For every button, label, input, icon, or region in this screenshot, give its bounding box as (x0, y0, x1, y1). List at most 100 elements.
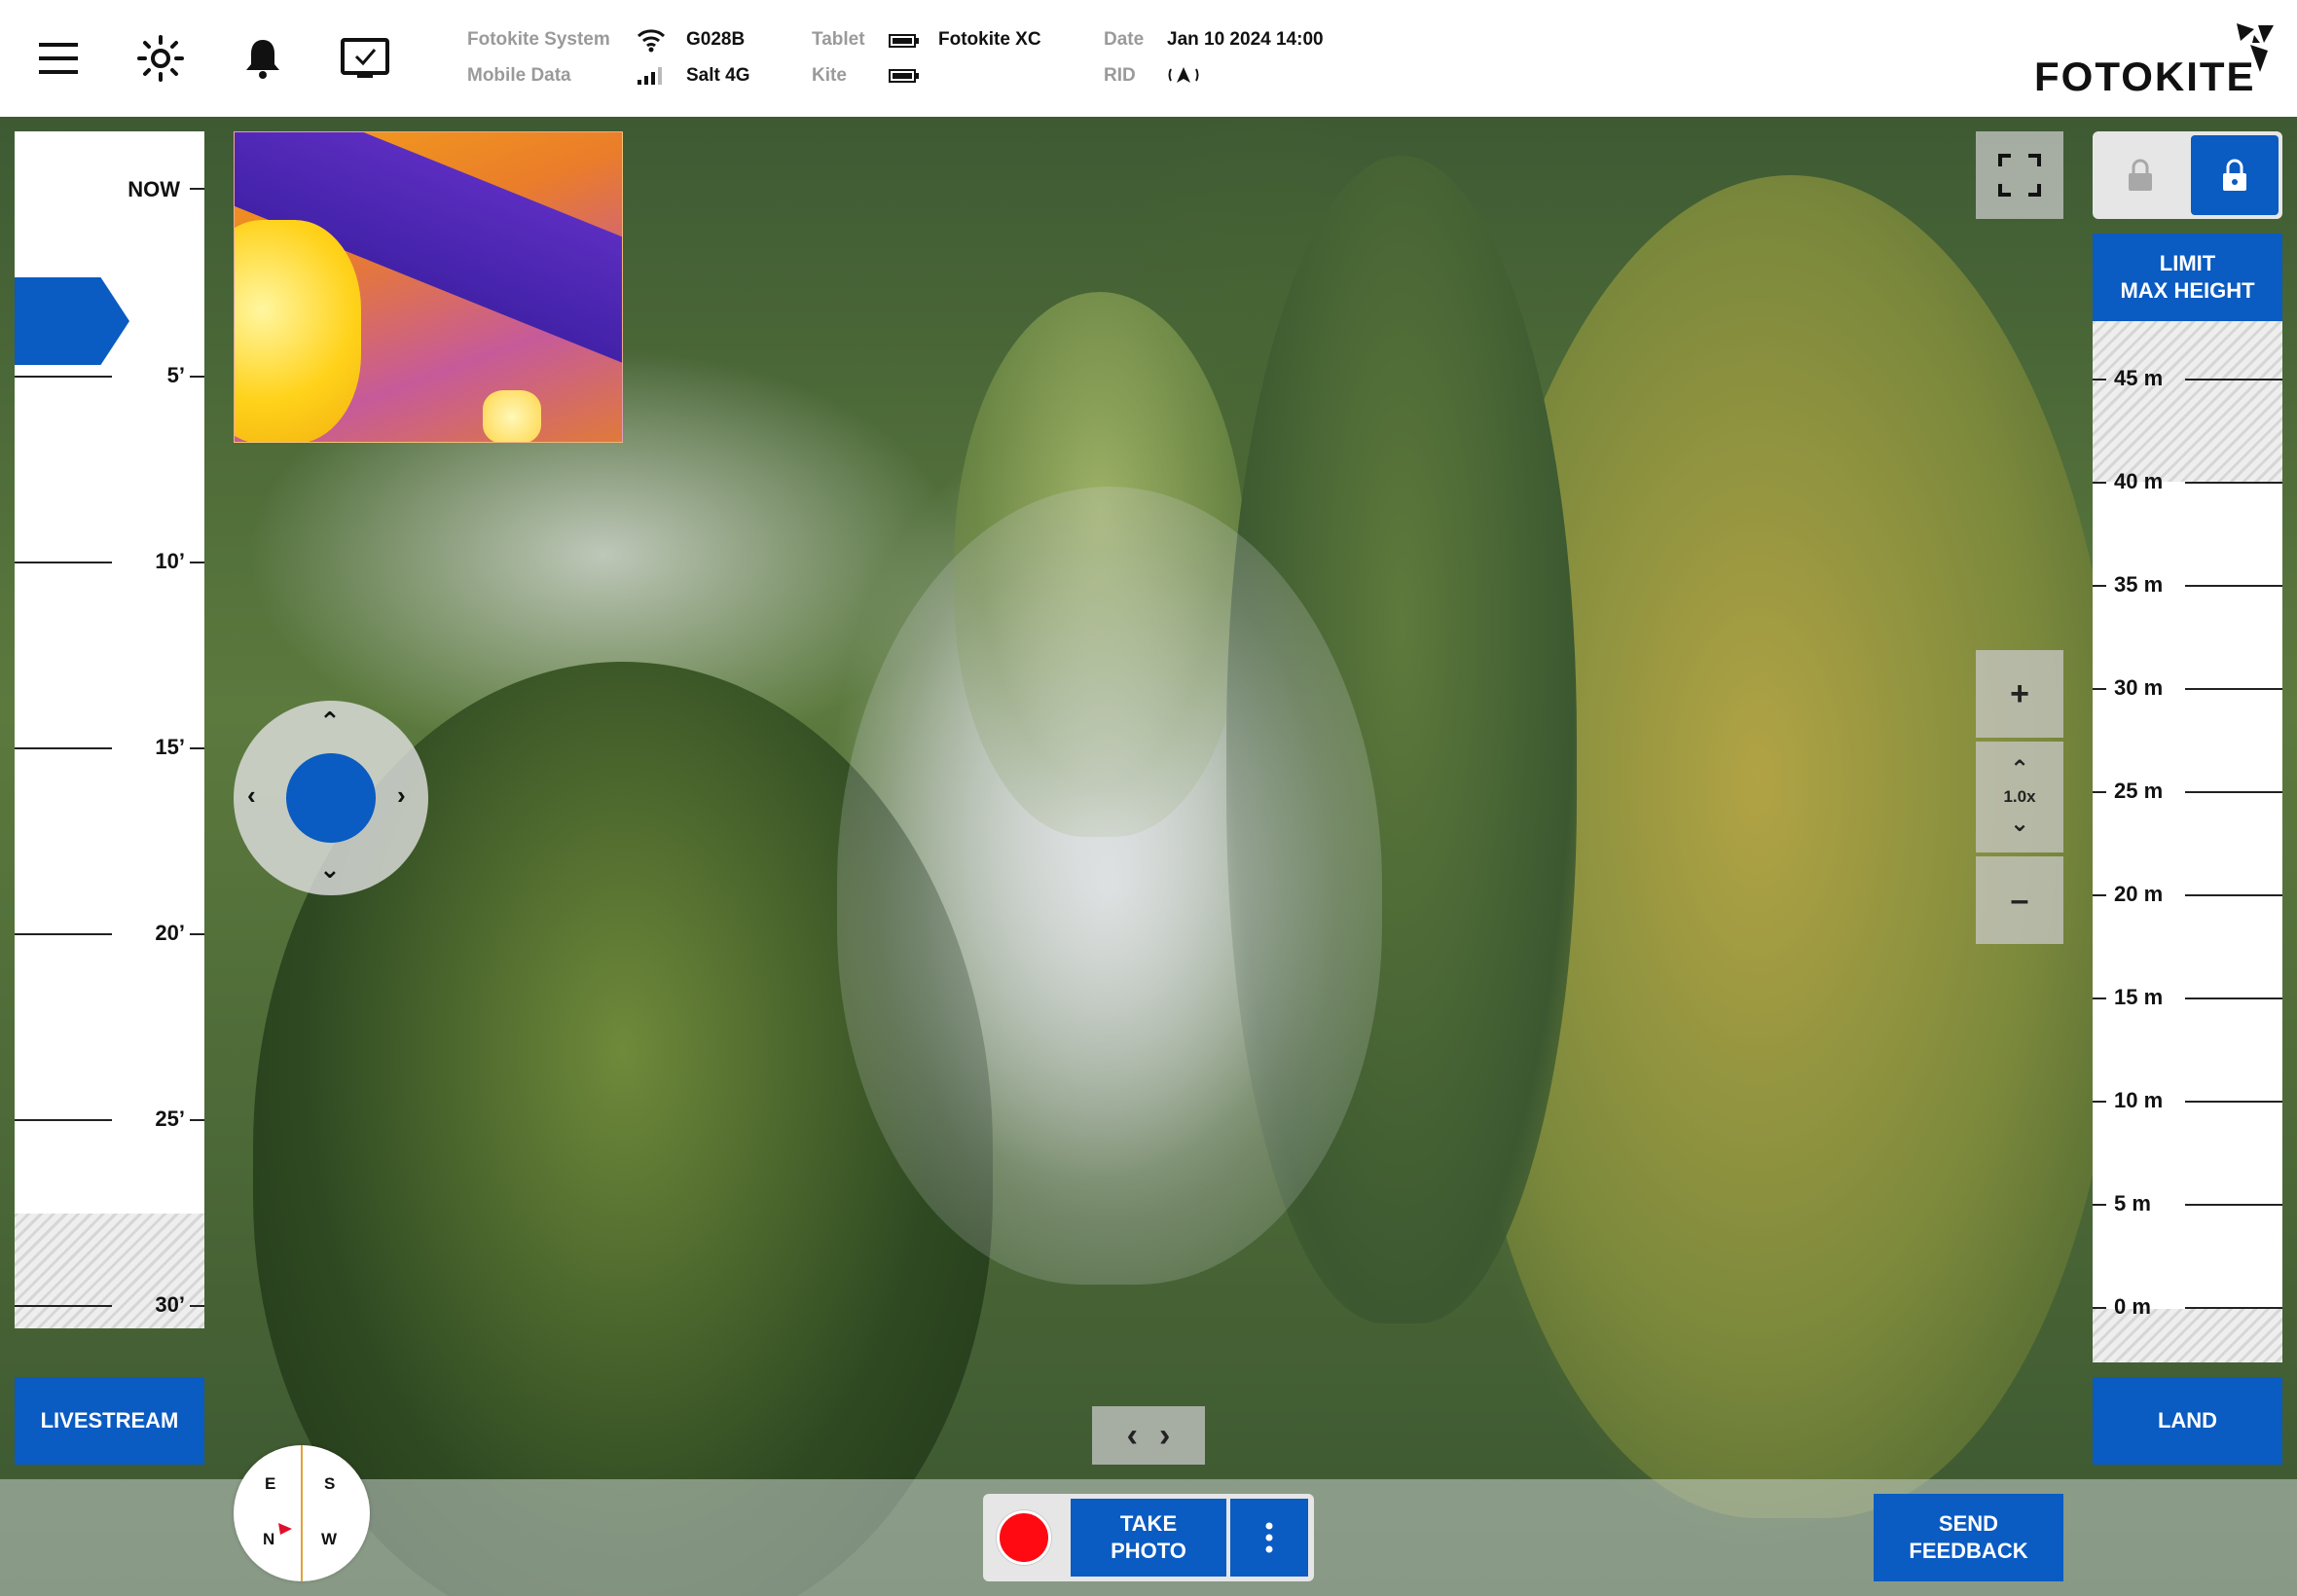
lock-option-selected[interactable] (2191, 135, 2279, 215)
ruler-line (2185, 791, 2282, 793)
tablet-value: Fotokite XC (938, 29, 1041, 50)
ruler-tick (190, 376, 204, 378)
ruler-tick (190, 747, 204, 749)
chevron-left-icon[interactable]: ‹ (1127, 1417, 1138, 1455)
ruler-line (2185, 585, 2282, 587)
menu-icon[interactable] (29, 29, 88, 88)
ruler-tick (190, 1305, 204, 1307)
capture-controls: TAKE PHOTO (983, 1494, 1314, 1581)
take-photo-button[interactable]: TAKE PHOTO (1071, 1499, 1226, 1577)
rid-label: RID (1104, 65, 1136, 86)
ruler-tick (190, 562, 204, 563)
livestream-button[interactable]: LIVESTREAM (15, 1377, 204, 1465)
ruler-line (2185, 1204, 2282, 1206)
ruler-label: 25’ (155, 1106, 185, 1131)
right-altitude-ruler[interactable]: 45 m 40 m 35 m 30 m 25 m 20 m 15 m 10 m … (2093, 321, 2282, 1362)
mobile-data-value: Salt 4G (686, 65, 750, 86)
more-vertical-icon (1265, 1522, 1273, 1553)
camera-switch-control[interactable]: ‹ › (1092, 1406, 1205, 1465)
compass-heading-line (301, 1445, 303, 1581)
top-bar: Fotokite System Mobile Data G028B Salt 4… (0, 0, 2297, 117)
fullscreen-button[interactable] (1976, 131, 2063, 219)
ruler-line (2185, 379, 2282, 381)
ruler-tick (190, 188, 204, 190)
ruler-label: 35 m (2114, 572, 2164, 597)
chevron-down-icon: ⌄ (319, 854, 341, 884)
ruler-tick (2093, 998, 2106, 999)
now-position-marker[interactable] (15, 277, 129, 365)
chevron-up-icon: ⌃ (319, 707, 341, 736)
more-options-button[interactable] (1230, 1499, 1308, 1577)
ruler-tick (2093, 688, 2106, 690)
compass-north: N (263, 1530, 275, 1548)
ruler-tick (2093, 585, 2106, 587)
ruler-line (2185, 482, 2282, 484)
joystick-knob[interactable] (286, 753, 376, 843)
mobile-data-label: Mobile Data (467, 65, 571, 86)
ruler-label: 5’ (166, 363, 185, 387)
date-value: Jan 10 2024 14:00 (1167, 29, 1324, 50)
system-label: Fotokite System (467, 29, 610, 50)
remote-id-icon (1168, 67, 1199, 83)
ruler-label-now: NOW (128, 177, 180, 201)
ruler-label: 5 m (2114, 1191, 2151, 1215)
smoke-cloud (837, 487, 1382, 1285)
thermal-camera-inset[interactable] (234, 131, 623, 443)
ruler-hatched-zone (2093, 321, 2282, 482)
zoom-in-button[interactable]: + (1976, 650, 2063, 738)
notifications-bell-icon[interactable] (234, 29, 292, 88)
compass-needle-icon (278, 1523, 292, 1535)
compass: E S N W (234, 1445, 370, 1581)
ruler-tick (2093, 894, 2106, 896)
height-lock-toggle[interactable] (2093, 131, 2282, 219)
zoom-level-value: 1.0x (2003, 787, 2036, 806)
ruler-label: 20 m (2114, 882, 2164, 906)
ruler-line (2185, 894, 2282, 896)
system-value: G028B (686, 29, 746, 50)
brightness-icon[interactable] (131, 29, 190, 88)
ruler-label: 30’ (155, 1292, 185, 1317)
send-feedback-button[interactable]: SEND FEEDBACK (1874, 1494, 2063, 1581)
chevron-right-icon: › (397, 780, 406, 810)
zoom-level-stepper[interactable]: ⌃ 1.0x ⌄ (1976, 742, 2063, 852)
ruler-label: 25 m (2114, 779, 2164, 803)
unlock-option[interactable] (2093, 131, 2187, 219)
chevron-right-icon[interactable]: › (1159, 1417, 1170, 1455)
gimbal-joystick[interactable]: ⌃ ⌄ ‹ › (234, 701, 428, 895)
ruler-tick (2093, 482, 2106, 484)
tablet-battery-icon (889, 34, 919, 48)
fullscreen-icon (1998, 154, 2041, 197)
kite-battery-icon (889, 69, 919, 83)
ruler-line (2185, 1101, 2282, 1103)
lock-icon-gray (2128, 159, 2152, 191)
wifi-icon (637, 29, 666, 53)
ruler-label: 10’ (155, 549, 185, 573)
tablet-label: Tablet (812, 29, 865, 50)
record-video-button[interactable] (997, 1510, 1051, 1565)
zoom-out-button[interactable]: – (1976, 856, 2063, 944)
land-button[interactable]: LAND (2093, 1377, 2282, 1465)
ruler-label: 45 m (2114, 366, 2164, 390)
ruler-tick (190, 933, 204, 935)
left-altitude-ruler[interactable]: NOW 5’ 10’ 15’ 20’ 25’ 30’ (15, 131, 204, 1328)
ruler-tick (2093, 1101, 2106, 1103)
ruler-label: 20’ (155, 921, 185, 945)
ruler-line (2185, 998, 2282, 999)
kite-label: Kite (812, 65, 847, 86)
limit-max-height-button[interactable]: LIMIT MAX HEIGHT (2093, 234, 2282, 321)
fotokite-logo-icon (2237, 23, 2274, 72)
ruler-label: 40 m (2114, 469, 2164, 493)
fotokite-logo-text: FOTOKITE (2034, 54, 2256, 99)
cellular-signal-icon (638, 67, 662, 85)
chevron-up-icon[interactable]: ⌃ (2010, 758, 2029, 781)
ruler-line (2185, 688, 2282, 690)
ruler-label: 0 m (2114, 1294, 2151, 1319)
chevron-down-icon[interactable]: ⌄ (2010, 813, 2029, 836)
checklist-monitor-icon[interactable] (336, 29, 394, 88)
ruler-tick (2093, 791, 2106, 793)
ruler-label: 10 m (2114, 1088, 2164, 1112)
ruler-line (2185, 1307, 2282, 1309)
ruler-label: 15’ (155, 735, 185, 759)
date-label: Date (1104, 29, 1145, 50)
ruler-label: 15 m (2114, 985, 2164, 1009)
